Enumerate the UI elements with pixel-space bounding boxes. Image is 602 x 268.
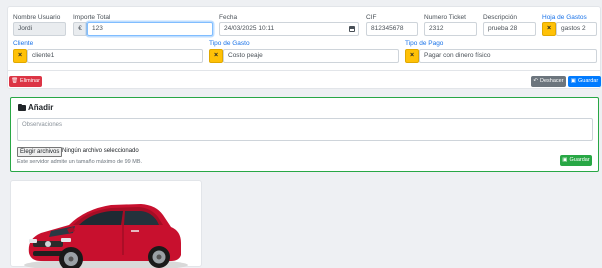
observaciones-placeholder: Observaciones	[22, 122, 63, 128]
tipo-pago-select[interactable]: Pagar con dinero físico	[419, 49, 597, 63]
eliminar-button[interactable]: 🗑 Eliminar	[9, 76, 42, 87]
anadir-title: Añadir	[28, 103, 54, 112]
descripcion-label: Descripción	[483, 14, 517, 21]
cif-input[interactable]: 812345678	[366, 22, 418, 36]
hoja-gastos-select[interactable]: gastos 2	[556, 22, 597, 36]
cliente-select[interactable]: cliente1	[27, 49, 203, 63]
nombre-usuario-label: Nombre Usuario	[13, 14, 61, 21]
cliente-label[interactable]: Cliente	[13, 40, 33, 47]
eliminar-label: Eliminar	[20, 78, 40, 84]
hoja-gastos-label[interactable]: Hoja de Gastos	[542, 14, 587, 21]
hoja-gastos-clear-button[interactable]: ×	[542, 22, 556, 36]
fecha-input[interactable]: 24/03/2025 10:11	[219, 22, 359, 36]
fecha-value: 24/03/2025 10:11	[224, 25, 275, 32]
anadir-guardar-label: Guardar	[569, 157, 590, 163]
observaciones-textarea[interactable]: Observaciones	[17, 118, 593, 141]
file-choose-button[interactable]: Elegir archivos	[17, 147, 63, 157]
attachment-image-card[interactable]	[10, 180, 202, 268]
deshacer-button[interactable]: ↶ Deshacer	[531, 76, 566, 87]
currency-addon: €	[73, 22, 87, 36]
numero-ticket-label: Numero Ticket	[424, 14, 466, 21]
trash-icon: 🗑	[11, 78, 19, 84]
tipo-gasto-select[interactable]: Costo peaje	[223, 49, 399, 63]
tipo-pago-label[interactable]: Tipo de Pago	[405, 40, 443, 47]
car-image	[24, 204, 188, 268]
tipo-pago-clear-button[interactable]: ×	[405, 49, 419, 63]
guardar-button[interactable]: ▣ Guardar	[568, 76, 601, 87]
form-divider	[7, 70, 601, 71]
save-icon: ▣	[570, 78, 576, 84]
cif-label: CIF	[366, 14, 377, 21]
importe-total-input[interactable]: 123	[87, 22, 213, 36]
folder-plus-icon	[18, 103, 26, 111]
file-status-text: Ningún archivo seleccionado	[62, 148, 139, 154]
numero-ticket-input[interactable]: 2312	[424, 22, 477, 36]
tipo-gasto-label[interactable]: Tipo de Gasto	[209, 40, 250, 47]
deshacer-label: Deshacer	[540, 78, 564, 84]
importe-total-label: Importe Total	[73, 14, 111, 21]
fecha-label: Fecha	[219, 14, 238, 21]
undo-icon: ↶	[533, 78, 539, 84]
tipo-gasto-clear-button[interactable]: ×	[209, 49, 223, 63]
cliente-clear-button[interactable]: ×	[13, 49, 27, 63]
descripcion-input[interactable]: prueba 28	[483, 22, 536, 36]
calendar-icon[interactable]	[349, 26, 355, 32]
anadir-guardar-button[interactable]: ▣ Guardar	[560, 155, 592, 166]
nombre-usuario-field: Jordi	[13, 22, 66, 36]
guardar-label: Guardar	[578, 78, 599, 84]
save-icon: ▣	[562, 157, 568, 163]
size-note: Este servidor admite un tamaño máximo de…	[17, 159, 143, 165]
